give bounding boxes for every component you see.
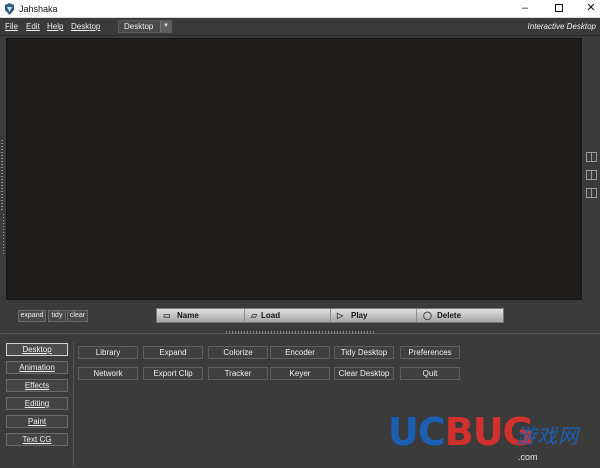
layout-list-icon[interactable] xyxy=(586,170,597,180)
tracker-button[interactable]: Tracker xyxy=(208,367,268,380)
menu-bar: File Edit Help Desktop Desktop ▼ Interac… xyxy=(0,18,600,36)
window-title: Jahshaka xyxy=(19,4,58,14)
title-bar: Jahshaka – ✕ xyxy=(0,0,600,18)
desktop-select[interactable]: Desktop ▼ xyxy=(118,20,172,33)
menu-desktop[interactable]: Desktop xyxy=(71,22,100,31)
encoder-button[interactable]: Encoder xyxy=(270,346,330,359)
tab-desktop[interactable]: Desktop xyxy=(6,343,68,356)
close-button[interactable]: ✕ xyxy=(576,0,600,18)
watermark-url: .com xyxy=(518,452,538,462)
tab-animation[interactable]: Animation xyxy=(6,361,68,374)
play-icon: ▷ xyxy=(337,311,344,320)
layout-grid-icon[interactable] xyxy=(586,152,597,162)
clear-button[interactable]: clear xyxy=(67,310,88,322)
maximize-icon xyxy=(555,4,563,13)
export-clip-button[interactable]: Export Clip xyxy=(143,367,203,380)
delete-label: Delete xyxy=(437,311,462,320)
desktop-select-value: Desktop xyxy=(124,22,154,31)
name-label: Name xyxy=(177,311,199,320)
ucbug-watermark: UCBUG 游戏网 .com xyxy=(388,410,596,468)
play-label: Play xyxy=(351,311,368,320)
watermark-brand: UCBUG xyxy=(388,410,534,454)
watermark-uc: UC xyxy=(388,410,446,454)
quit-button[interactable]: Quit xyxy=(400,367,460,380)
watermark-chinese: 游戏网 xyxy=(516,424,579,448)
load-button[interactable]: ▱ Load xyxy=(245,309,331,322)
panel-resize-handle[interactable] xyxy=(226,331,376,334)
preferences-button[interactable]: Preferences xyxy=(400,346,460,359)
mode-label: Interactive Desktop xyxy=(527,22,596,31)
left-resize-handle[interactable] xyxy=(1,140,3,210)
play-button[interactable]: ▷ Play xyxy=(331,309,417,322)
clear-desktop-button[interactable]: Clear Desktop xyxy=(334,367,394,380)
layout-split-icon[interactable] xyxy=(586,188,597,198)
load-label: Load xyxy=(261,311,281,320)
load-icon: ▱ xyxy=(251,311,258,320)
tab-text-cg[interactable]: Text CG xyxy=(6,433,68,446)
minimize-button[interactable]: – xyxy=(510,0,540,18)
tab-paint[interactable]: Paint xyxy=(6,415,68,428)
tab-editing[interactable]: Editing xyxy=(6,397,68,410)
name-icon: ▭ xyxy=(163,311,171,320)
menu-edit[interactable]: Edit xyxy=(26,22,40,31)
tidy-button[interactable]: tidy xyxy=(48,310,66,322)
maximize-button[interactable] xyxy=(544,0,574,18)
menu-help[interactable]: Help xyxy=(47,22,63,31)
tidy-desktop-button[interactable]: Tidy Desktop xyxy=(334,346,394,359)
colorize-button[interactable]: Colorize xyxy=(208,346,268,359)
chevron-down-icon[interactable]: ▼ xyxy=(160,21,171,32)
delete-button[interactable]: ◯ Delete xyxy=(417,309,503,322)
keyer-button[interactable]: Keyer xyxy=(270,367,330,380)
panel-separator xyxy=(73,342,74,466)
library-button[interactable]: Library xyxy=(78,346,138,359)
side-resize-handle[interactable] xyxy=(3,214,4,254)
delete-icon: ◯ xyxy=(423,311,432,320)
expand-desktop-button[interactable]: Expand xyxy=(143,346,203,359)
network-button[interactable]: Network xyxy=(78,367,138,380)
jahshaka-logo-icon xyxy=(5,3,14,15)
name-button[interactable]: ▭ Name xyxy=(157,309,245,322)
menu-file[interactable]: File xyxy=(5,22,18,31)
desktop-viewport[interactable] xyxy=(6,38,582,300)
clip-toolbar: ▭ Name ▱ Load ▷ Play ◯ Delete xyxy=(156,308,504,323)
expand-button[interactable]: expand xyxy=(18,310,46,322)
tab-effects[interactable]: Effects xyxy=(6,379,68,392)
